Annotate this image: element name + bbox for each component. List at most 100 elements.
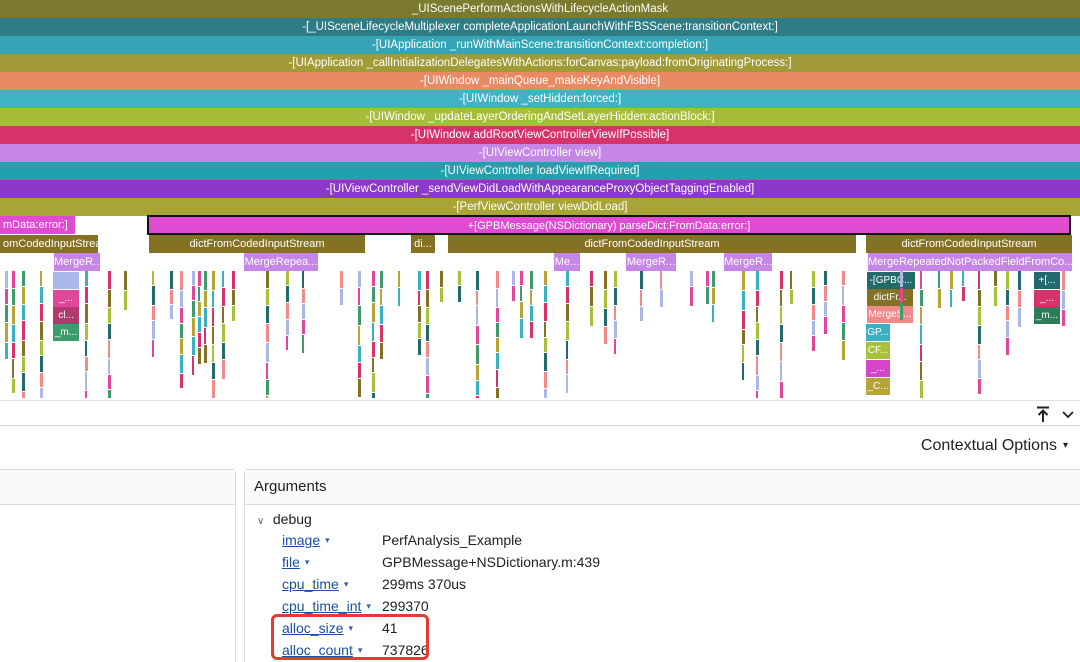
flame-row[interactable]: -[UIWindow _mainQueue_makeKeyAndVisible] [0, 72, 1080, 90]
flame-slice-sliver [614, 321, 617, 338]
flame-slice-merge-repeated[interactable]: MergeRepea... [244, 253, 318, 271]
flame-slice-sliver [40, 356, 43, 372]
flame-slice-small[interactable]: _... [866, 360, 890, 377]
flame-slice-sliver [842, 271, 845, 285]
flame-slice-small[interactable]: _... [53, 290, 79, 307]
flame-slice-sliver [994, 271, 997, 286]
flame-slice-small[interactable]: CF... [866, 342, 890, 359]
flame-slice-sliver [22, 341, 25, 356]
flame-slice-dict-from-coded-input-stream[interactable]: dictFromCodedInputStream [149, 235, 365, 253]
flame-slice-sliver [530, 290, 532, 305]
flame-slice-sliver [12, 306, 15, 324]
arg-key-link[interactable]: cpu_time_int ▾ [282, 598, 371, 614]
flame-slice-merge-repeated-not-packed[interactable]: MergeRepeatedNotPackedFieldFromCo... [868, 253, 1072, 271]
flame-slice-sliver [938, 271, 940, 288]
flame-slice-sliver [22, 305, 25, 320]
flame-slice-sliver [40, 271, 42, 286]
debug-group-toggle[interactable]: ∨ debug [257, 511, 312, 527]
flame-row[interactable]: -[UIApplication _callInitializationDeleg… [0, 54, 1080, 72]
flame-slice-parse-dict-partial[interactable]: mData:error:] [0, 216, 75, 234]
flame-row[interactable]: -[UIViewController loadViewIfRequired] [0, 162, 1080, 180]
contextual-options-dropdown[interactable]: Contextual Options ▾ [921, 437, 1068, 455]
flame-slice-sliver [222, 271, 224, 287]
flame-slice-merge-repeated[interactable]: MergeR... [724, 253, 772, 271]
flame-slice-sliver [286, 336, 288, 350]
flame-slice-small[interactable]: _m... [1034, 307, 1060, 324]
chevron-down-icon[interactable] [1060, 406, 1076, 422]
flame-slice-small[interactable]: MergeS... [867, 306, 913, 323]
flame-slice-merge-repeated[interactable]: MergeR... [54, 253, 100, 271]
flame-slice-dict-from-coded-input-stream[interactable]: dictFromCodedInputStream [448, 235, 856, 253]
flame-row[interactable]: -[_UISceneLifecycleMultiplexer completeA… [0, 18, 1080, 36]
flame-slice-sliver [302, 304, 305, 319]
flame-row[interactable]: -[UIViewController view] [0, 144, 1080, 162]
flame-slice-sliver [85, 341, 87, 356]
arg-value: 299ms 370us [382, 576, 467, 592]
flame-slice-sliver [566, 304, 569, 321]
flame-slice-sliver [780, 325, 783, 342]
flame-slice-sliver [962, 271, 964, 286]
flame-row[interactable]: -[UIWindow _setHidden:forced:] [0, 90, 1080, 108]
flame-slice-sliver [12, 289, 15, 305]
flame-slice-small[interactable]: _m... [53, 324, 79, 341]
flame-slice-dict-from-coded-input-stream[interactable]: dictFromCodedInputStream [866, 235, 1072, 253]
flame-slice-sliver [302, 271, 304, 288]
flame-row[interactable]: -[UIViewController _sendViewDidLoadWithA… [0, 180, 1080, 198]
flame-slice-small[interactable]: -[GPBC... [867, 272, 915, 289]
flame-slice-sliver [152, 321, 155, 339]
collapse-to-top-icon[interactable] [1034, 405, 1052, 423]
flame-slice-sliver [1018, 308, 1021, 327]
flame-slice-sliver [340, 271, 343, 288]
flame-slice-sliver [824, 302, 827, 316]
flame-slice-sliver [950, 271, 953, 289]
flame-slice-small[interactable]: cl... [53, 307, 79, 324]
flame-row[interactable]: -[UIWindow _updateLayerOrderingAndSetLay… [0, 108, 1080, 126]
flame-slice-small[interactable]: dictFr... [867, 289, 913, 306]
flame-row[interactable]: _UIScenePerformActionsWithLifecycleActio… [0, 0, 1080, 18]
flame-slice-small[interactable]: +[... [1034, 272, 1060, 289]
flame-slice-sliver [640, 307, 643, 321]
flame-slice-sliver [496, 271, 499, 288]
arg-key-link[interactable]: cpu_time ▾ [282, 576, 348, 592]
flame-slice-sliver [358, 326, 360, 345]
flame-slice-merge-repeated[interactable]: Me... [554, 253, 580, 271]
flame-slice-sliver [198, 317, 201, 332]
flame-slice-sliver [566, 360, 568, 374]
flame-slice-sliver [212, 308, 214, 326]
flame-slice-small[interactable]: GP... [866, 324, 890, 341]
flame-slice-sliver [180, 339, 183, 354]
flame-slice-sliver [756, 307, 758, 322]
arg-key-link[interactable]: file ▾ [282, 554, 309, 570]
flame-slice-sliver [476, 291, 478, 305]
flame-row-label: -[UIApplication _callInitializationDeleg… [288, 57, 792, 69]
flame-slice-sliver [614, 306, 616, 320]
flame-slice-dict-from-coded-input-stream[interactable]: omCodedInputStream [0, 235, 98, 253]
flame-slice-merge-repeated[interactable]: MergeR... [626, 253, 676, 271]
flame-slice-sliver [124, 291, 127, 310]
flame-slice-small[interactable] [53, 272, 79, 289]
flame-row-label: -[UIApplication _runWithMainScene:transi… [371, 39, 709, 51]
arg-key-link[interactable]: image ▾ [282, 532, 330, 548]
flame-slice-sliver [496, 308, 499, 322]
flame-slice-sliver [476, 365, 479, 380]
flame-slice-sliver [790, 290, 793, 304]
flame-slice-sliver [426, 308, 429, 324]
flame-slice-sliver [824, 317, 827, 334]
flame-slice-small[interactable]: _... [1034, 290, 1060, 307]
flame-row[interactable]: -[UIApplication _runWithMainScene:transi… [0, 36, 1080, 54]
flame-slice-sliver [85, 324, 88, 340]
flame-row[interactable]: -[UIWindow addRootViewControllerViewIfPo… [0, 126, 1080, 144]
flame-slice-sliver [222, 307, 224, 323]
flame-row-label: -[UIWindow _setHidden:forced:] [458, 93, 622, 105]
flame-row[interactable]: -[PerfViewController viewDidLoad] [0, 198, 1080, 216]
flame-slice-small[interactable]: _C... [866, 378, 890, 395]
flame-slice-sliver [742, 311, 745, 329]
flame-row-label: -[UIWindow addRootViewControllerViewIfPo… [410, 129, 670, 141]
flame-slice-sliver [1018, 271, 1021, 290]
flame-slice-dict-from-coded-input-stream[interactable]: di... [411, 235, 435, 253]
flame-chart[interactable]: _UIScenePerformActionsWithLifecycleActio… [0, 0, 1080, 400]
flame-slice-selected-parse-dict[interactable]: +[GPBMessage(NSDictionary) parseDict:Fro… [147, 215, 1071, 235]
flame-slice-sliver [566, 375, 568, 393]
flame-slice-sliver [212, 271, 215, 290]
flame-slice-sliver [640, 290, 642, 306]
